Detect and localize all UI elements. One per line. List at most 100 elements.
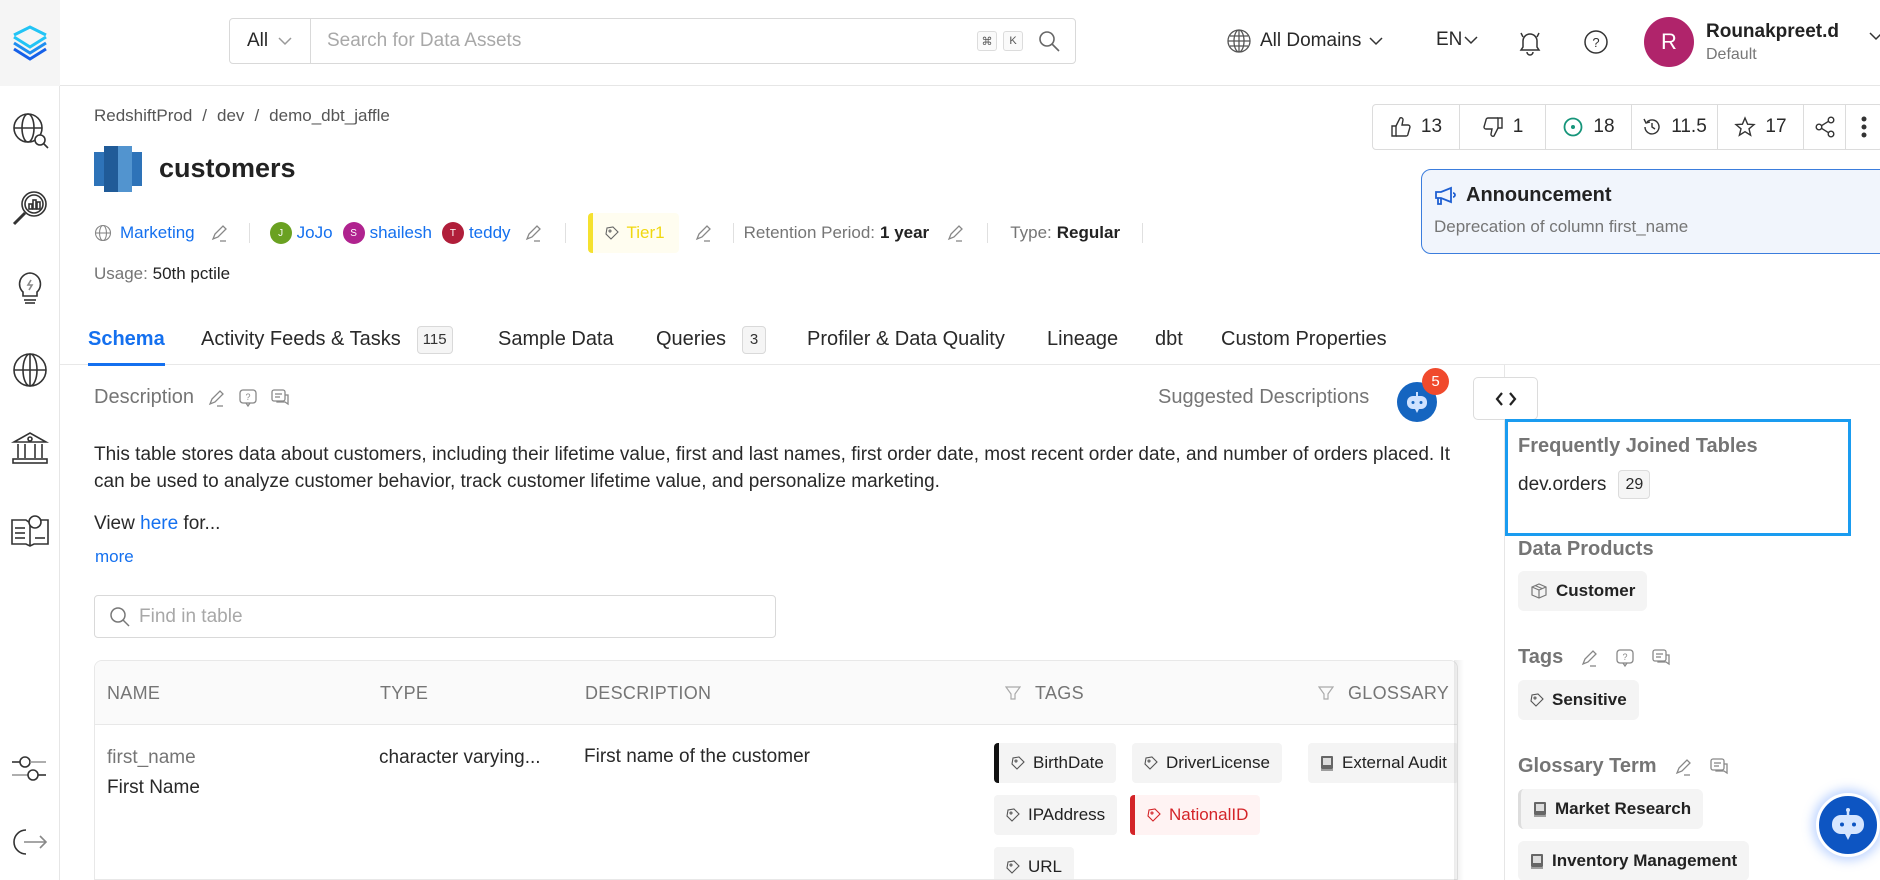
code-brackets-icon — [1495, 391, 1516, 406]
type-label: Type: — [1010, 223, 1052, 242]
breadcrumb-item[interactable]: RedshiftProd — [94, 106, 192, 126]
tag-chip[interactable]: Sensitive — [1518, 680, 1639, 720]
joined-table-item[interactable]: dev.orders 29 — [1518, 470, 1838, 499]
request-description-icon[interactable]: ? — [238, 388, 258, 408]
vote-star-button[interactable]: 17 — [1718, 105, 1804, 149]
tier-badge[interactable]: Tier1 — [587, 213, 679, 253]
glossary-chip[interactable]: Market Research — [1518, 789, 1704, 829]
follower-count: 18 — [1593, 116, 1615, 137]
tag-chip[interactable]: IPAddress — [994, 795, 1118, 835]
owner-link[interactable]: teddy — [469, 223, 511, 243]
dislike-button[interactable]: 1 — [1460, 105, 1546, 149]
data-product-chip[interactable]: Customer — [1518, 571, 1648, 611]
column-header-description[interactable]: DESCRIPTION — [585, 661, 711, 725]
follow-button[interactable]: 18 — [1546, 105, 1632, 149]
tab-sample-data[interactable]: Sample Data — [498, 314, 614, 365]
language-label: EN — [1436, 29, 1463, 50]
edit-domain-icon[interactable] — [209, 223, 229, 243]
breadcrumb-item[interactable]: dev — [217, 106, 244, 126]
tag-chip[interactable]: URL — [994, 847, 1075, 879]
glossary-label: External Audit — [1342, 753, 1447, 772]
tab-dbt[interactable]: dbt — [1155, 314, 1183, 365]
like-button[interactable]: 13 — [1373, 105, 1460, 149]
column-header-tags[interactable]: TAGS — [1005, 661, 1084, 725]
filter-icon[interactable] — [1318, 685, 1334, 701]
conversation-icon[interactable] — [1709, 757, 1729, 777]
tag-chip[interactable]: NationalID — [1130, 795, 1261, 835]
search-scope-select[interactable]: All — [230, 19, 311, 63]
glossary-chip[interactable]: External Audit — [1308, 743, 1457, 783]
tab-queries[interactable]: Queries 3 — [656, 314, 767, 365]
owner-link[interactable]: shailesh — [370, 223, 432, 243]
package-icon — [1531, 583, 1547, 599]
chat-assistant-button[interactable] — [1816, 793, 1880, 857]
edit-tier-icon[interactable] — [693, 223, 713, 243]
data-product-label: Customer — [1556, 581, 1636, 600]
tab-label: Schema — [88, 328, 165, 350]
conversation-icon[interactable] — [270, 388, 290, 408]
language-selector[interactable]: EN — [1436, 29, 1478, 51]
tab-activity-feeds[interactable]: Activity Feeds & Tasks 115 — [201, 314, 453, 365]
tab-profiler[interactable]: Profiler & Data Quality — [807, 314, 1005, 365]
version-history-button[interactable]: 11.5 — [1632, 105, 1718, 149]
conversation-icon[interactable] — [1651, 648, 1671, 668]
tab-schema[interactable]: Schema — [88, 314, 165, 366]
more-link[interactable]: more — [95, 547, 134, 567]
here-link[interactable]: here — [140, 513, 178, 534]
sidebar-item-explore[interactable] — [0, 110, 60, 150]
tab-lineage[interactable]: Lineage — [1047, 314, 1118, 365]
sidebar-item-governance[interactable] — [0, 428, 60, 468]
column-header-name[interactable]: NAME — [107, 661, 160, 725]
help-button[interactable]: ? — [1583, 29, 1609, 55]
sidebar-item-settings[interactable] — [0, 749, 60, 789]
edit-description-icon[interactable] — [206, 388, 226, 408]
star-icon — [1734, 116, 1757, 137]
tab-label: Lineage — [1047, 328, 1119, 350]
sidebar-item-knowledge[interactable] — [0, 510, 60, 550]
request-tags-icon[interactable]: ? — [1615, 648, 1635, 668]
search-icon[interactable] — [1037, 29, 1061, 53]
tag-icon — [1006, 808, 1020, 822]
joined-table-name[interactable]: dev.orders — [1518, 474, 1606, 496]
suggested-descriptions-label[interactable]: Suggested Descriptions — [1158, 386, 1369, 409]
type-value: Regular — [1056, 223, 1121, 242]
sidebar-item-insights[interactable] — [0, 268, 60, 308]
announcement-card[interactable]: Announcement Deprecation of column first… — [1421, 169, 1880, 254]
tag-chip[interactable]: DriverLicense — [1132, 743, 1282, 783]
version-number: 11.5 — [1671, 116, 1707, 137]
sidebar-item-logout[interactable] — [0, 822, 60, 862]
share-button[interactable] — [1804, 105, 1846, 149]
svg-text:?: ? — [1623, 652, 1628, 662]
chevron-down-icon — [1369, 37, 1383, 46]
domain-link[interactable]: Marketing — [120, 223, 195, 243]
tag-chip[interactable]: BirthDate — [994, 743, 1116, 783]
app-logo[interactable] — [0, 0, 60, 86]
sidebar-item-domains[interactable] — [0, 350, 60, 390]
bank-building-icon — [10, 432, 50, 464]
kebab-menu-icon — [1861, 116, 1867, 138]
search-input[interactable] — [311, 19, 977, 63]
edit-tags-icon[interactable] — [1579, 648, 1599, 668]
edit-owners-icon[interactable] — [523, 223, 543, 243]
glossary-chip[interactable]: Inventory Management — [1518, 841, 1750, 880]
user-menu[interactable]: R Rounakpreet.d Default — [1644, 17, 1880, 67]
robot-icon — [1407, 392, 1427, 413]
edit-glossary-icon[interactable] — [1673, 757, 1693, 777]
tab-count-badge: 115 — [416, 325, 453, 354]
edit-retention-icon[interactable] — [945, 223, 965, 243]
glossary-book-icon — [1321, 756, 1333, 771]
toggle-panel-button[interactable] — [1473, 377, 1538, 420]
tab-custom-properties[interactable]: Custom Properties — [1221, 314, 1387, 365]
breadcrumb-item[interactable]: demo_dbt_jaffle — [269, 106, 390, 126]
find-in-table-input[interactable] — [139, 605, 775, 628]
logout-icon — [13, 829, 48, 855]
column-name[interactable]: first_name — [107, 747, 196, 769]
domain-selector[interactable]: All Domains — [1226, 28, 1383, 54]
owner-link[interactable]: JoJo — [297, 223, 333, 243]
column-header-glossary[interactable]: GLOSSARY — [1318, 661, 1449, 725]
notifications-button[interactable] — [1517, 29, 1543, 57]
filter-icon[interactable] — [1005, 685, 1021, 701]
column-header-type[interactable]: TYPE — [380, 661, 428, 725]
sidebar-item-data-quality[interactable] — [0, 188, 60, 228]
more-options-button[interactable] — [1846, 105, 1880, 149]
